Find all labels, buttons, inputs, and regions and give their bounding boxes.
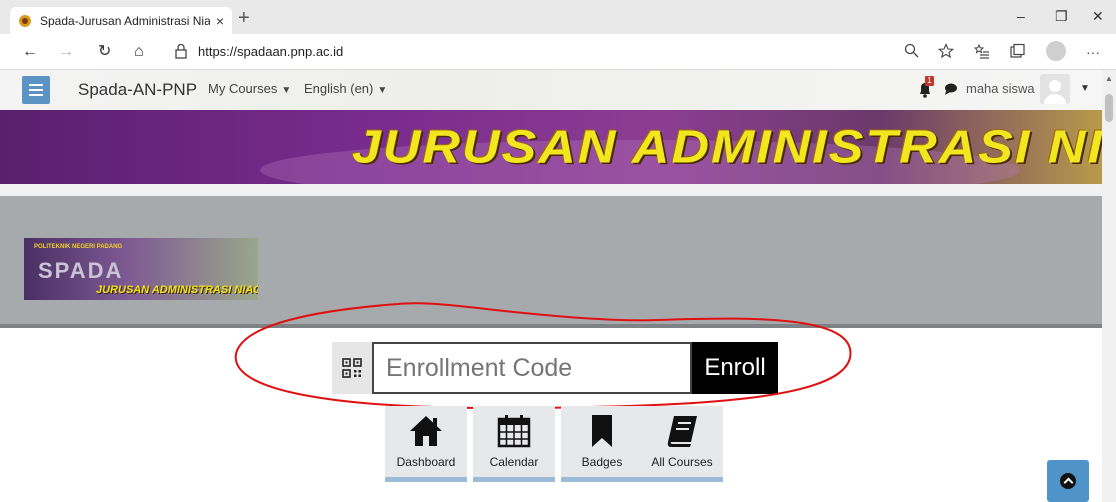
my-courses-menu[interactable]: My Courses ▼ [208, 81, 291, 96]
site-navbar: Spada-AN-PNP My Courses ▼ English (en) ▼ 1… [0, 70, 1102, 110]
collections-icon[interactable] [1009, 43, 1025, 59]
chevron-down-icon: ▼ [377, 85, 388, 96]
page-header: POLITEKNIK NEGERI PADANG SPADA JURUSAN A… [0, 196, 1102, 328]
chevron-up-icon [1060, 473, 1076, 489]
tab-bar: Spada-Jurusan Administrasi Niag × + – ❐ … [0, 0, 1116, 34]
notification-badge: 1 [925, 76, 934, 86]
new-tab-button[interactable]: + [238, 8, 250, 28]
menu-toggle-button[interactable] [22, 76, 50, 104]
chat-bubble-icon[interactable] [944, 83, 958, 95]
browser-profile-icon[interactable] [1046, 41, 1066, 61]
favorite-star-icon[interactable] [938, 43, 954, 59]
back-button[interactable]: ← [22, 43, 38, 61]
user-name[interactable]: maha siswa [966, 81, 1035, 96]
language-label: English (en) [304, 81, 374, 96]
forward-button[interactable]: → [58, 43, 74, 61]
browser-window: Spada-Jurusan Administrasi Niag × + – ❐ … [0, 0, 1116, 502]
qr-scan-button[interactable] [332, 342, 372, 394]
window-minimize-button[interactable]: – [1017, 8, 1025, 24]
my-courses-label: My Courses [208, 81, 278, 96]
lock-icon[interactable] [174, 43, 188, 59]
dashboard-label: Dashboard [396, 455, 456, 469]
all-courses-tile[interactable]: All Courses [641, 406, 723, 482]
calendar-icon [497, 415, 531, 448]
book-icon [667, 416, 697, 447]
enrollment-code-input[interactable] [372, 342, 692, 394]
logo-spada-text: SPADA [38, 258, 124, 283]
badges-tile[interactable]: Badges [561, 406, 643, 482]
chevron-down-icon: ▼ [281, 85, 292, 96]
home-icon [410, 416, 442, 446]
enroll-button[interactable]: Enroll [692, 342, 778, 394]
scroll-up-arrow-icon[interactable]: ▲ [1105, 74, 1113, 83]
user-avatar-icon [1044, 80, 1066, 104]
badges-label: Badges [581, 455, 623, 469]
logo-jurusan-text: JURUSAN ADMINISTRASI NIAGA [96, 284, 258, 296]
language-menu[interactable]: English (en) ▼ [304, 81, 387, 96]
more-menu-button[interactable]: ··· [1086, 43, 1100, 61]
site-banner: JURUSAN ADMINISTRASI NIAGA [0, 110, 1102, 184]
site-brand-link[interactable]: Spada-AN-PNP [78, 80, 197, 100]
calendar-label: Calendar [489, 455, 539, 469]
logo-institution-text: POLITEKNIK NEGERI PADANG [34, 244, 123, 250]
zoom-icon[interactable] [904, 43, 920, 59]
tab-close-icon[interactable]: × [216, 13, 224, 29]
tab-title: Spada-Jurusan Administrasi Niag [40, 13, 210, 28]
home-button[interactable]: ⌂ [134, 43, 144, 61]
enrollment-form: Enroll [332, 342, 778, 394]
banner-divider [0, 184, 1102, 196]
back-to-top-button[interactable] [1047, 460, 1089, 502]
user-menu-chevron-icon[interactable]: ▼ [1080, 83, 1090, 94]
user-avatar[interactable] [1040, 74, 1070, 104]
favorites-list-icon[interactable] [974, 43, 990, 59]
page-scrollbar[interactable]: ▲ [1102, 70, 1116, 502]
dashboard-tile[interactable]: Dashboard [385, 406, 467, 482]
site-favicon-icon [19, 14, 31, 27]
bookmark-icon [592, 415, 612, 447]
window-close-button[interactable]: ✕ [1092, 8, 1104, 24]
all-courses-label: All Courses [651, 455, 713, 469]
scroll-thumb[interactable] [1105, 94, 1113, 122]
qr-code-icon [342, 358, 362, 378]
url-field[interactable]: https://spadaan.pnp.ac.id [198, 44, 343, 59]
spada-logo[interactable]: POLITEKNIK NEGERI PADANG SPADA JURUSAN A… [24, 238, 258, 300]
browser-tab[interactable]: Spada-Jurusan Administrasi Niag × [10, 7, 232, 34]
address-bar: ← → ↻ ⌂ https://spadaan.pnp.ac.id ··· [0, 34, 1116, 70]
calendar-tile[interactable]: Calendar [473, 406, 555, 482]
banner-title: JURUSAN ADMINISTRASI NIAGA [352, 120, 1102, 174]
refresh-button[interactable]: ↻ [98, 43, 111, 61]
window-maximize-button[interactable]: ❐ [1055, 8, 1068, 24]
hamburger-icon [29, 84, 43, 96]
